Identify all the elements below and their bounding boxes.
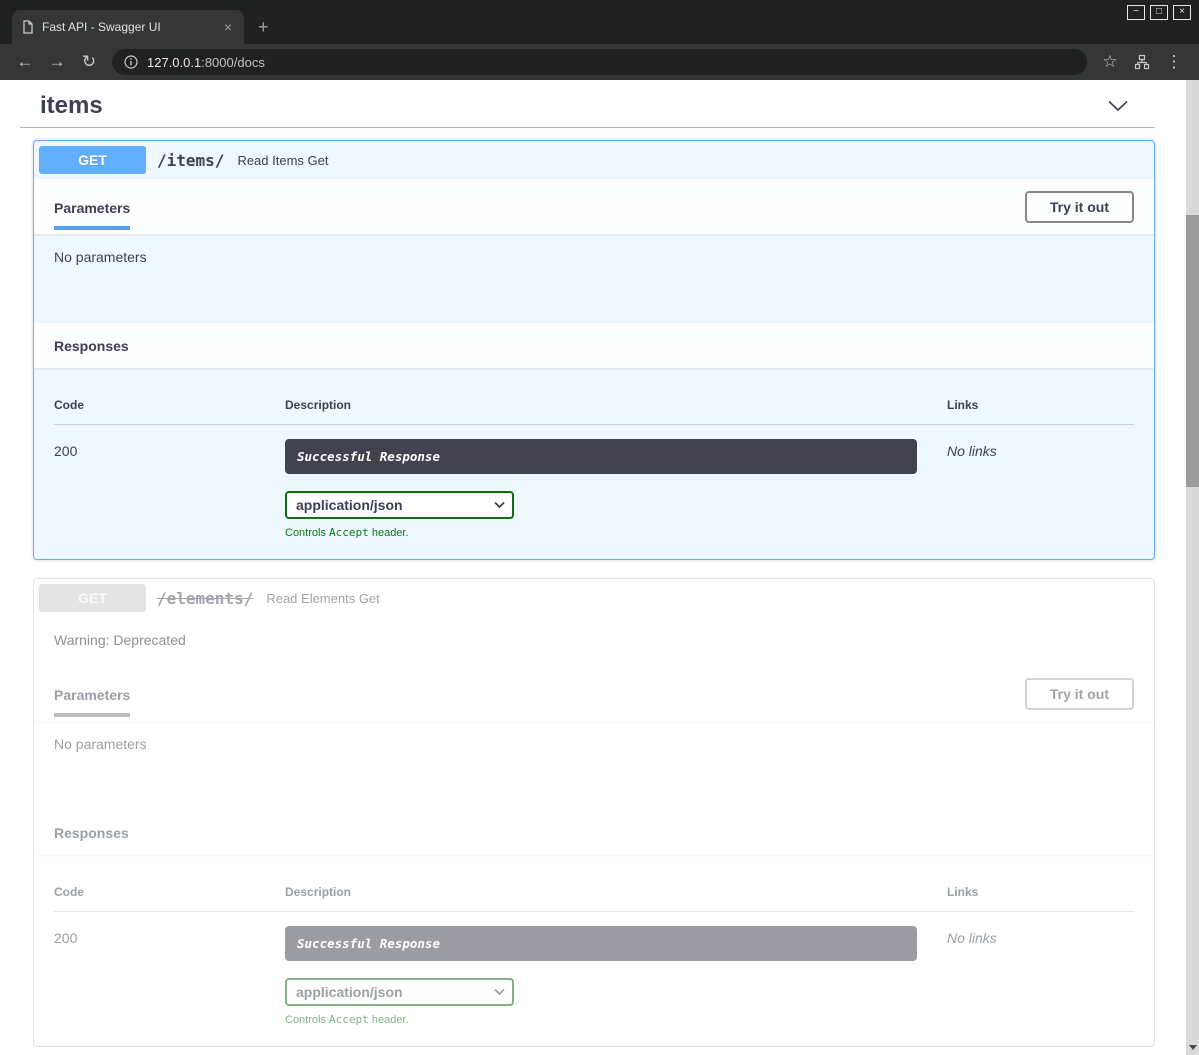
scrollbar-thumb[interactable] xyxy=(1186,215,1199,487)
endpoint-summary: Read Elements Get xyxy=(266,591,379,606)
page-viewport: items GET /items/ Read Items Get Paramet… xyxy=(0,80,1199,1055)
section-title: items xyxy=(40,92,103,120)
url-text: 127.0.0.1:8000/docs xyxy=(147,55,265,70)
responses-body: Code Description Links 200 Successful Re… xyxy=(34,368,1154,559)
site-info-icon[interactable] xyxy=(124,55,138,69)
maximize-button[interactable]: □ xyxy=(1150,5,1168,20)
responses-table: Code Description Links 200 Successful Re… xyxy=(54,388,1134,539)
response-description-cell: Successful Response application/json xyxy=(285,425,947,539)
responses-title: Responses xyxy=(54,338,129,354)
try-it-out-button[interactable]: Try it out xyxy=(1025,191,1134,223)
accept-header-note: Controls Accept header. xyxy=(285,1013,947,1026)
accept-note-prefix: Controls xyxy=(285,527,329,539)
responses-title: Responses xyxy=(54,825,129,841)
accept-note-suffix: header. xyxy=(369,527,409,539)
tab-close-icon[interactable]: × xyxy=(220,19,236,35)
page-document-icon xyxy=(22,20,34,34)
accept-note-suffix: header. xyxy=(369,1014,409,1026)
window-controls: − □ × xyxy=(1127,5,1191,20)
endpoint-path: /items/ xyxy=(157,151,224,170)
browser-window: Fast API - Swagger UI × + − □ × ← → ↻ 12… xyxy=(0,0,1199,1055)
no-parameters-text: No parameters xyxy=(54,736,1134,752)
parameters-body: No parameters xyxy=(34,234,1154,323)
column-header-description: Description xyxy=(285,388,947,425)
tab-groups-icon[interactable] xyxy=(1127,54,1157,70)
method-badge: GET xyxy=(39,146,146,174)
browser-menu-icon[interactable]: ⋮ xyxy=(1159,47,1189,77)
section-collapse-chevron-icon[interactable] xyxy=(1103,96,1133,116)
media-type-control: application/json xyxy=(285,491,514,519)
responses-section-header: Responses xyxy=(34,323,1154,368)
no-parameters-text: No parameters xyxy=(54,249,1134,265)
browser-titlebar: Fast API - Swagger UI × + − □ × xyxy=(0,0,1199,44)
column-header-links: Links xyxy=(947,875,1134,912)
reload-icon[interactable]: ↻ xyxy=(74,47,104,77)
responses-section-header: Responses xyxy=(34,810,1154,855)
accept-note-prefix: Controls xyxy=(285,1014,329,1026)
swagger-page: items GET /items/ Read Items Get Paramet… xyxy=(0,80,1186,1055)
opblock-body: Parameters Try it out No parameters Resp… xyxy=(34,179,1154,559)
opblock-summary-elements[interactable]: GET /elements/ Read Elements Get xyxy=(34,579,1154,617)
response-code: 200 xyxy=(54,425,285,539)
media-type-select[interactable]: application/json xyxy=(285,491,514,519)
try-it-out-button[interactable]: Try it out xyxy=(1025,678,1134,710)
column-header-links: Links xyxy=(947,388,1134,425)
accept-header-note: Controls Accept header. xyxy=(285,526,947,539)
browser-toolbar: ← → ↻ 127.0.0.1:8000/docs ☆ ⋮ xyxy=(0,44,1199,80)
url-path: :8000/docs xyxy=(201,55,265,70)
url-bar[interactable]: 127.0.0.1:8000/docs xyxy=(112,49,1087,75)
parameters-section-header: Parameters Try it out xyxy=(34,666,1154,721)
column-header-code: Code xyxy=(54,875,285,912)
back-icon[interactable]: ← xyxy=(10,47,40,77)
response-description: Successful Response xyxy=(285,439,917,474)
opblock-body: Warning: Deprecated Parameters Try it ou… xyxy=(34,617,1154,1046)
browser-tab[interactable]: Fast API - Swagger UI × xyxy=(12,10,244,44)
opblock-get-elements-deprecated: GET /elements/ Read Elements Get Warning… xyxy=(33,578,1155,1047)
parameters-section-header: Parameters Try it out xyxy=(34,179,1154,234)
close-button[interactable]: × xyxy=(1173,5,1191,20)
tab-strip: Fast API - Swagger UI × + xyxy=(12,10,283,44)
accept-note-code: Accept xyxy=(329,526,369,539)
responses-body: Code Description Links 200 Successful Re… xyxy=(34,855,1154,1046)
bookmark-star-icon[interactable]: ☆ xyxy=(1095,47,1125,77)
response-description: Successful Response xyxy=(285,926,917,961)
column-header-code: Code xyxy=(54,388,285,425)
parameters-tab[interactable]: Parameters xyxy=(54,183,130,231)
opblock-get-items: GET /items/ Read Items Get Parameters Tr… xyxy=(33,140,1155,560)
parameters-body: No parameters xyxy=(34,721,1154,810)
responses-table: Code Description Links 200 Successful Re… xyxy=(54,875,1134,1026)
tab-title: Fast API - Swagger UI xyxy=(42,20,212,34)
endpoint-path: /elements/ xyxy=(157,589,253,608)
method-badge: GET xyxy=(39,584,146,612)
new-tab-button[interactable]: + xyxy=(244,10,283,44)
tag-section-header[interactable]: items xyxy=(20,84,1155,128)
response-links: No links xyxy=(947,912,1134,1026)
media-type-control: application/json xyxy=(285,978,514,1006)
url-host: 127.0.0.1 xyxy=(147,55,201,70)
opblock-summary-items[interactable]: GET /items/ Read Items Get xyxy=(34,141,1154,179)
response-code: 200 xyxy=(54,912,285,1026)
endpoint-summary: Read Items Get xyxy=(237,153,328,168)
scrollbar-down-button[interactable] xyxy=(1186,1040,1199,1055)
response-links: No links xyxy=(947,425,1134,539)
scrollbar[interactable] xyxy=(1186,80,1199,1055)
response-description-cell: Successful Response application/json xyxy=(285,912,947,1026)
minimize-button[interactable]: − xyxy=(1127,5,1145,20)
deprecated-warning: Warning: Deprecated xyxy=(34,617,1154,666)
parameters-tab[interactable]: Parameters xyxy=(54,670,130,718)
column-header-description: Description xyxy=(285,875,947,912)
forward-icon[interactable]: → xyxy=(42,47,72,77)
accept-note-code: Accept xyxy=(329,1013,369,1026)
media-type-select[interactable]: application/json xyxy=(285,978,514,1006)
